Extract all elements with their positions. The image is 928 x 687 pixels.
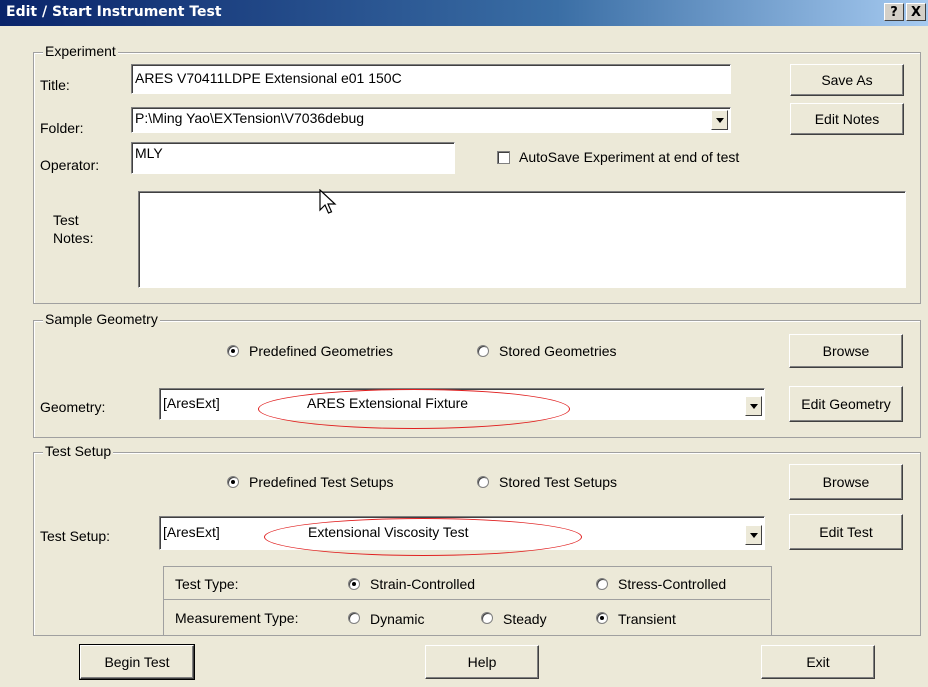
title-bar[interactable]: Edit / Start Instrument Test ? X bbox=[0, 0, 928, 26]
window-title: Edit / Start Instrument Test bbox=[6, 4, 222, 20]
geometry-dropdown-arrow-icon[interactable] bbox=[745, 396, 762, 416]
strain-controlled-label: Strain-Controlled bbox=[370, 576, 476, 592]
test-type-label: Test Type: bbox=[175, 576, 239, 592]
mouse-cursor-icon bbox=[319, 189, 337, 214]
transient-label: Transient bbox=[618, 611, 676, 627]
transient-radio[interactable] bbox=[596, 612, 608, 624]
help-button[interactable]: Help bbox=[425, 645, 539, 679]
folder-value: P:\Ming Yao\EXTension\V7036debug bbox=[135, 110, 365, 126]
dialog-window: Edit / Start Instrument Test ? X Experim… bbox=[0, 0, 928, 687]
operator-input[interactable]: MLY bbox=[131, 142, 455, 174]
geometry-browse-button[interactable]: Browse bbox=[789, 334, 903, 368]
edit-test-button[interactable]: Edit Test bbox=[789, 514, 903, 550]
save-as-button[interactable]: Save As bbox=[790, 64, 904, 96]
edit-geometry-button[interactable]: Edit Geometry bbox=[789, 386, 903, 422]
test-type-divider bbox=[164, 599, 770, 600]
stress-controlled-label: Stress-Controlled bbox=[618, 576, 727, 592]
predefined-geometries-label: Predefined Geometries bbox=[249, 343, 393, 359]
geometry-label: Geometry: bbox=[40, 399, 106, 415]
test-setup-label: Test Setup: bbox=[40, 528, 111, 544]
notes-label-line1: Test bbox=[53, 212, 79, 228]
geometry-highlight-ellipse bbox=[258, 389, 570, 429]
folder-label: Folder: bbox=[40, 120, 84, 136]
title-label: Title: bbox=[40, 77, 70, 93]
stored-test-setups-label: Stored Test Setups bbox=[499, 474, 618, 490]
dynamic-label: Dynamic bbox=[370, 611, 425, 627]
edit-notes-button[interactable]: Edit Notes bbox=[790, 103, 904, 135]
autosave-label: AutoSave Experiment at end of test bbox=[519, 149, 740, 165]
experiment-legend: Experiment bbox=[43, 43, 118, 59]
autosave-checkbox[interactable] bbox=[497, 151, 510, 164]
dynamic-radio[interactable] bbox=[348, 612, 360, 624]
strain-controlled-radio[interactable] bbox=[348, 578, 360, 590]
notes-label-line2: Notes: bbox=[53, 230, 94, 246]
steady-label: Steady bbox=[503, 611, 547, 627]
folder-dropdown[interactable]: P:\Ming Yao\EXTension\V7036debug bbox=[131, 107, 731, 133]
test-setup-prefix: [AresExt] bbox=[163, 524, 220, 540]
close-icon[interactable]: X bbox=[906, 3, 926, 21]
predefined-test-setups-radio[interactable] bbox=[227, 476, 239, 488]
test-setup-dropdown-arrow-icon[interactable] bbox=[745, 525, 762, 545]
title-input[interactable]: ARES V70411LDPE Extensional e01 150C bbox=[131, 64, 731, 94]
measurement-type-label: Measurement Type: bbox=[175, 610, 299, 626]
folder-dropdown-arrow-icon[interactable] bbox=[711, 110, 728, 130]
stored-geometries-label: Stored Geometries bbox=[499, 343, 617, 359]
stored-test-setups-radio[interactable] bbox=[477, 476, 489, 488]
operator-label: Operator: bbox=[40, 157, 100, 173]
exit-button[interactable]: Exit bbox=[761, 645, 875, 679]
test-setup-browse-button[interactable]: Browse bbox=[789, 464, 903, 500]
stress-controlled-radio[interactable] bbox=[596, 578, 608, 590]
predefined-test-setups-label: Predefined Test Setups bbox=[249, 474, 394, 490]
begin-test-button[interactable]: Begin Test bbox=[79, 644, 195, 680]
sample-geometry-legend: Sample Geometry bbox=[43, 311, 160, 327]
help-icon[interactable]: ? bbox=[884, 3, 904, 21]
steady-radio[interactable] bbox=[481, 612, 493, 624]
test-notes-textarea[interactable] bbox=[138, 191, 906, 288]
geometry-prefix: [AresExt] bbox=[163, 395, 220, 411]
test-setup-legend: Test Setup bbox=[43, 443, 114, 459]
stored-geometries-radio[interactable] bbox=[477, 345, 489, 357]
test-setup-highlight-ellipse bbox=[264, 518, 582, 556]
predefined-geometries-radio[interactable] bbox=[227, 345, 239, 357]
